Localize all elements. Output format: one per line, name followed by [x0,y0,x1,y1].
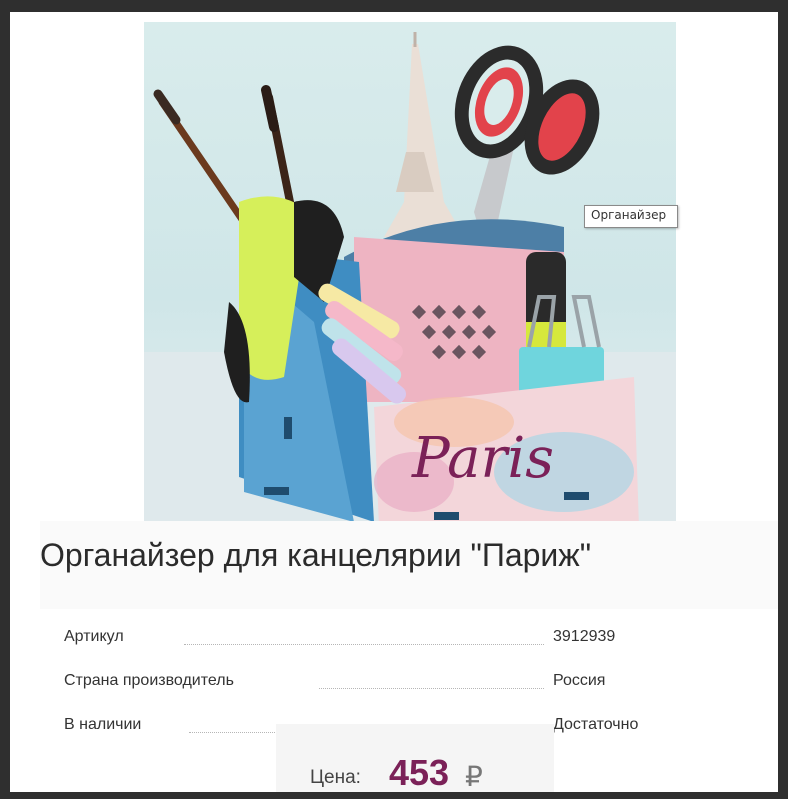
spec-label: Страна производитель [64,672,234,690]
spec-leader-dots [319,688,544,689]
spec-label: В наличии [64,716,142,734]
price-value: 453 [389,752,450,792]
product-image[interactable]: Paris [144,22,676,522]
image-tooltip: Органайзер [584,205,678,228]
spec-row-country: Страна производитель Россия [64,672,764,696]
spec-value: Россия [553,672,606,689]
spec-value: Достаточно [553,716,639,733]
spec-leader-dots [189,732,279,733]
product-card: Paris Органайзер Органайзер для канцеляр… [10,12,778,792]
spec-value: 3912939 [553,628,616,645]
spec-label: Артикул [64,628,124,646]
price-label: Цена: [310,767,361,788]
spec-row-article: Артикул 3912939 [64,628,764,652]
product-title: Органайзер для канцелярии "Париж" [40,537,592,573]
organizer-illustration: Paris [144,32,676,522]
spec-leader-dots [184,644,544,645]
paris-script-text: Paris [411,426,554,491]
ruble-currency-icon: ₽ [465,761,483,792]
